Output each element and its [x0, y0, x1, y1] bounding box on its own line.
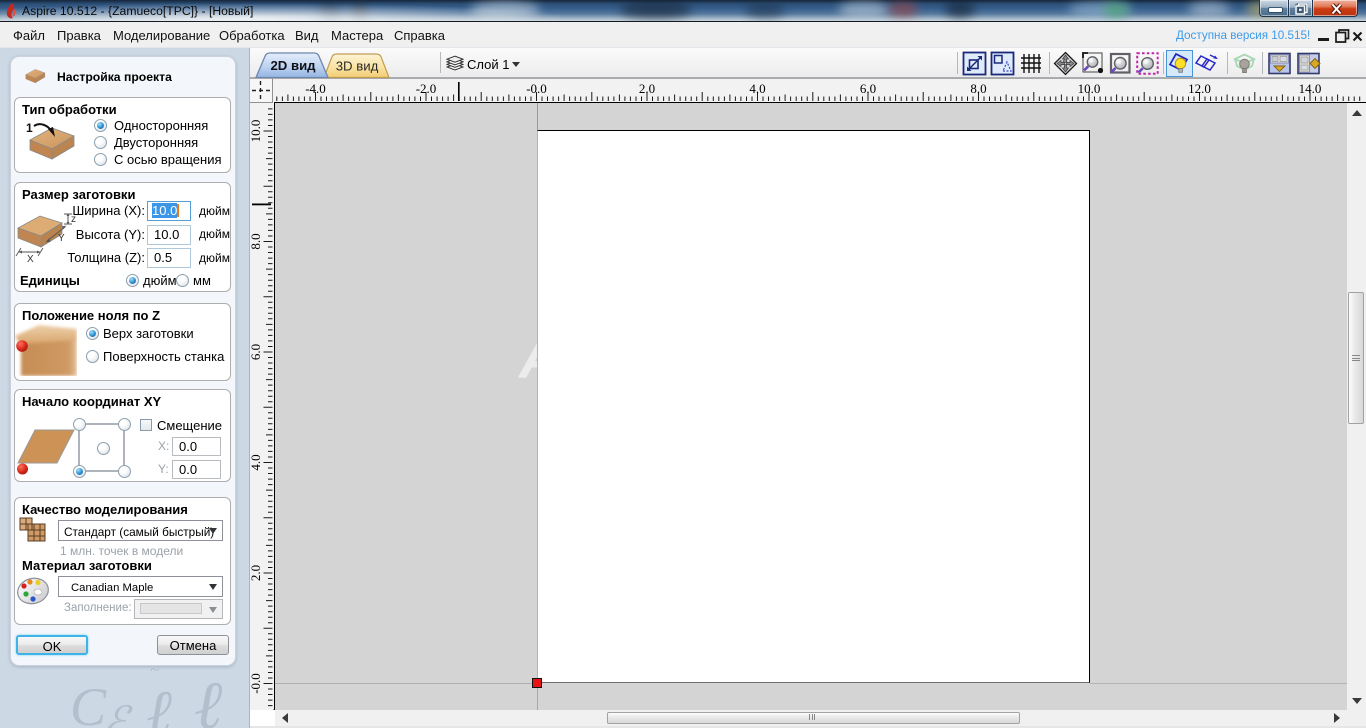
svg-text:12.0: 12.0: [1188, 81, 1211, 96]
svg-text:2.0: 2.0: [250, 565, 263, 581]
svg-text:2.0: 2.0: [639, 81, 655, 96]
svg-text:-0.0: -0.0: [250, 673, 263, 694]
svg-text:2D вид: 2D вид: [270, 58, 316, 73]
svg-text:6.0: 6.0: [860, 81, 876, 96]
svg-text:8.0: 8.0: [970, 81, 986, 96]
svg-text:4.0: 4.0: [250, 454, 263, 470]
svg-text:6.0: 6.0: [250, 344, 263, 360]
svg-text:14.0: 14.0: [1299, 81, 1322, 96]
svg-text:-0.0: -0.0: [526, 81, 547, 96]
svg-text:8.0: 8.0: [250, 233, 263, 249]
svg-text:1: 1: [26, 121, 33, 135]
svg-text:-4.0: -4.0: [305, 81, 326, 96]
svg-text:3D вид: 3D вид: [336, 59, 379, 74]
svg-text:10.0: 10.0: [1078, 81, 1101, 96]
svg-text:10.0: 10.0: [250, 120, 263, 143]
svg-text:4.0: 4.0: [749, 81, 765, 96]
svg-text:-2.0: -2.0: [416, 81, 437, 96]
